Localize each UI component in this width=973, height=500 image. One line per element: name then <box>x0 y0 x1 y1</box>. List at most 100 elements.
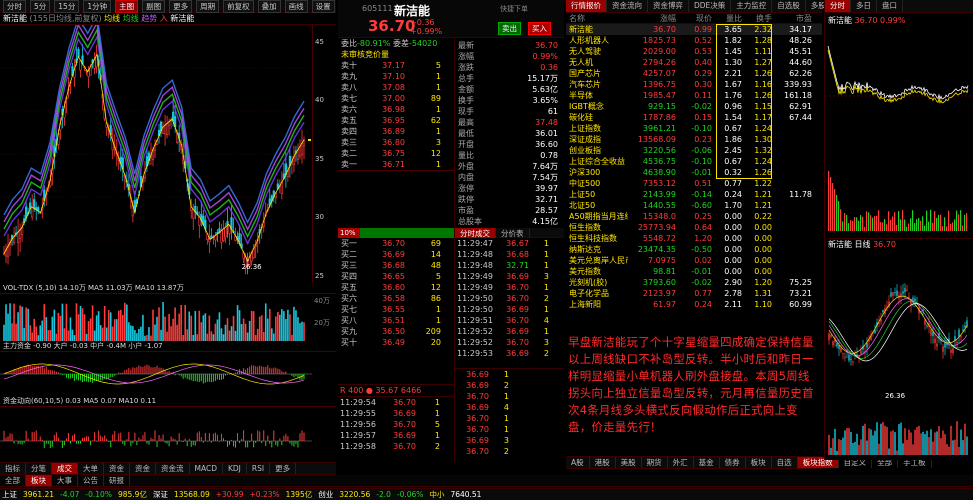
buy-level-row[interactable]: 买三 36.68 48 <box>338 260 454 271</box>
board-row[interactable]: 北证50 1440.55 -0.60 1.70 1.21 <box>566 200 822 211</box>
kline-tab-6[interactable]: 资金流 <box>156 463 190 474</box>
buy-level-row[interactable]: 买四 36.65 5 <box>338 271 454 282</box>
sell-level-row[interactable]: 卖七 37.00 89 <box>338 93 454 104</box>
sell-level-row[interactable]: 卖五 36.95 62 <box>338 115 454 126</box>
board-row[interactable]: A50期指当月连续 15348.0 0.25 0.00 0.22 <box>566 211 822 222</box>
kline-tag-3[interactable]: 趋势 <box>141 14 157 23</box>
buy-level-row[interactable]: 买一 36.70 69 <box>338 238 454 249</box>
board-row[interactable]: 恒生科技指数 5548.72 1.20 0.00 0.00 <box>566 233 822 244</box>
kline-tab-4[interactable]: 资金 <box>104 463 130 474</box>
kline-tab-5[interactable]: 资金 <box>130 463 156 474</box>
board-row[interactable]: 深证成指 13568.09 0.23 1.86 1.30 <box>566 134 822 145</box>
board-bottom-tab-6[interactable]: 债券 <box>720 457 746 468</box>
board-row[interactable]: 上证50 2143.99 -0.14 0.24 1.21 11.78 <box>566 189 822 200</box>
sell-level-row[interactable]: 卖三 36.80 3 <box>338 137 454 148</box>
board-row[interactable]: 上证指数 3961.21 -0.10 0.67 1.24 <box>566 123 822 134</box>
board-row[interactable]: 半导体 1985.47 0.11 1.76 1.26 161.18 <box>566 90 822 101</box>
kline-toolbar-btn-8[interactable]: 前复权 <box>223 0 254 13</box>
buy-level-row[interactable]: 买八 36.51 1 <box>338 315 454 326</box>
sell-level-row[interactable]: 卖八 37.08 1 <box>338 82 454 93</box>
kline-tag-5[interactable]: 新洁能 <box>170 14 194 23</box>
mini-tab-0[interactable]: 分时 <box>825 0 851 12</box>
tick-tab-0[interactable]: 分时成交 <box>455 228 496 238</box>
board-tab-3[interactable]: DDE决策 <box>689 0 732 12</box>
board-head-cell[interactable]: 名称 <box>566 13 628 23</box>
kline-toolbar-btn-11[interactable]: 设置 <box>311 0 335 13</box>
kline-toolbar-btn-10[interactable]: 画线 <box>284 0 308 13</box>
kline-tab-0[interactable]: 指标 <box>0 463 26 474</box>
kline-tab-10[interactable]: 更多 <box>270 463 297 474</box>
board-head-cell[interactable]: 现价 <box>676 13 712 23</box>
board-row[interactable]: 恒生指数 25773.94 0.64 0.00 0.00 <box>566 222 822 233</box>
kline-tag-1[interactable]: 均线 <box>104 14 120 23</box>
kline-toolbar-btn-2[interactable]: 15分 <box>54 0 80 13</box>
kline-toolbar-btn-6[interactable]: 更多 <box>169 0 193 13</box>
buy-level-row[interactable]: 买七 36.55 1 <box>338 304 454 315</box>
board-bottom-tab-2[interactable]: 美股 <box>616 457 642 468</box>
sell-level-row[interactable]: 卖六 36.98 1 <box>338 104 454 115</box>
kline-tag-2[interactable]: 均线 <box>123 14 139 23</box>
quick-order-label[interactable]: 快捷下单 <box>500 4 528 14</box>
board-row[interactable]: 国产芯片 4257.07 0.29 2.21 1.26 62.26 <box>566 68 822 79</box>
sell-level-row[interactable]: 卖十 37.17 5 <box>338 60 454 71</box>
volume-chart[interactable]: 40万 20万 <box>0 293 336 341</box>
kline-tab-9[interactable]: RSI <box>247 463 271 474</box>
board-row[interactable]: 无人机 2794.26 0.40 1.30 1.27 44.60 <box>566 57 822 68</box>
board-row[interactable]: 新洁能 36.70 0.99 3.65 2.32 34.17 <box>566 24 822 35</box>
buy-level-row[interactable]: 买九 36.50 209 <box>338 326 454 337</box>
kline-toolbar-btn-5[interactable]: 副图 <box>142 0 166 13</box>
kline-tab-7[interactable]: MACD <box>190 463 223 474</box>
kline-toolbar-btn-3[interactable]: 1分钟 <box>83 0 112 13</box>
buy-level-row[interactable]: 买十 36.49 20 <box>338 337 454 348</box>
bottom-left-tab-0[interactable]: 全部 <box>0 475 26 486</box>
kline-toolbar-btn-7[interactable]: 周期 <box>196 0 220 13</box>
kline-toolbar-btn-9[interactable]: 叠加 <box>257 0 281 13</box>
board-row[interactable]: 创业板指 3220.56 -0.06 2.45 1.32 <box>566 145 822 156</box>
kline-toolbar-btn-0[interactable]: 分时 <box>3 0 26 13</box>
board-row[interactable]: 电子化学品 2123.97 0.77 2.78 1.31 73.21 <box>566 288 822 299</box>
board-row[interactable]: 无人驾驶 2029.00 0.53 1.45 1.11 45.51 <box>566 46 822 57</box>
bottom-left-tab-1[interactable]: 板块 <box>26 475 52 486</box>
board-row[interactable]: 中证500 7353.12 0.51 0.77 1.22 <box>566 178 822 189</box>
kline-tab-3[interactable]: 大单 <box>78 463 104 474</box>
bottom-left-tab-2[interactable]: 大事 <box>52 475 78 486</box>
board-tab-0[interactable]: 行情报价 <box>566 0 607 12</box>
board-tab-1[interactable]: 资金流向 <box>607 0 648 12</box>
buy-level-row[interactable]: 买二 36.69 14 <box>338 249 454 260</box>
board-bottom-tab-8[interactable]: 自选 <box>772 457 798 468</box>
mini-tab-1[interactable]: 多日 <box>851 0 877 12</box>
macd-chart[interactable] <box>0 351 336 396</box>
kline-tab-1[interactable]: 分笔 <box>26 463 52 474</box>
board-row[interactable]: 美元指数 98.81 -0.01 0.00 0.00 <box>566 266 822 277</box>
sell-level-row[interactable]: 卖一 36.71 1 <box>338 159 454 170</box>
kline-tab-2[interactable]: 成交 <box>52 463 78 474</box>
board-tab-5[interactable]: 自选股 <box>772 0 806 12</box>
board-tab-2[interactable]: 资金博弈 <box>648 0 689 12</box>
board-row[interactable]: 上海新阳 61.97 0.24 2.11 1.10 60.99 <box>566 299 822 310</box>
board-bottom-tab-3[interactable]: 期货 <box>642 457 668 468</box>
board-head-cell[interactable]: 涨幅 <box>628 13 676 23</box>
sell-level-row[interactable]: 卖二 36.75 12 <box>338 148 454 159</box>
board-row[interactable]: 汽车芯片 1396.75 0.30 1.67 1.16 339.93 <box>566 79 822 90</box>
bottom-left-tab-3[interactable]: 公告 <box>78 475 104 486</box>
board-head-cell[interactable]: 量比 <box>712 13 742 23</box>
sell-button[interactable]: 卖出 <box>498 22 521 35</box>
kline-toolbar-btn-1[interactable]: 5分 <box>30 0 51 13</box>
buy-level-row[interactable]: 买六 36.58 86 <box>338 293 454 304</box>
sell-level-row[interactable]: 卖四 36.89 1 <box>338 126 454 137</box>
board-bottom-tab-4[interactable]: 外汇 <box>668 457 694 468</box>
kline-tab-8[interactable]: KDJ <box>223 463 247 474</box>
board-row[interactable]: 上证综合全收益 4536.75 -0.10 0.67 1.24 <box>566 156 822 167</box>
kline-tag-4[interactable]: 入 <box>160 14 168 23</box>
sell-level-row[interactable]: 卖九 37.10 1 <box>338 71 454 82</box>
board-head-cell[interactable]: 换手 <box>742 13 772 23</box>
board-row[interactable]: 纳斯达克 23474.35 -0.50 0.00 0.00 <box>566 244 822 255</box>
board-tab-4[interactable]: 主力监控 <box>731 0 773 12</box>
board-row[interactable]: 沪深300 4638.90 -0.01 0.32 1.26 <box>566 167 822 178</box>
board-bottom-tab-7[interactable]: 板块 <box>746 457 772 468</box>
board-bottom-tab-5[interactable]: 基金 <box>694 457 720 468</box>
board-row[interactable]: IGBT概念 929.15 -0.02 0.96 1.15 62.91 <box>566 101 822 112</box>
board-row[interactable]: 美元兑离岸人民币 7.0975 0.02 0.00 0.00 <box>566 255 822 266</box>
buy-button[interactable]: 买入 <box>528 22 551 35</box>
bottom-left-tab-4[interactable]: 研报 <box>104 475 130 486</box>
